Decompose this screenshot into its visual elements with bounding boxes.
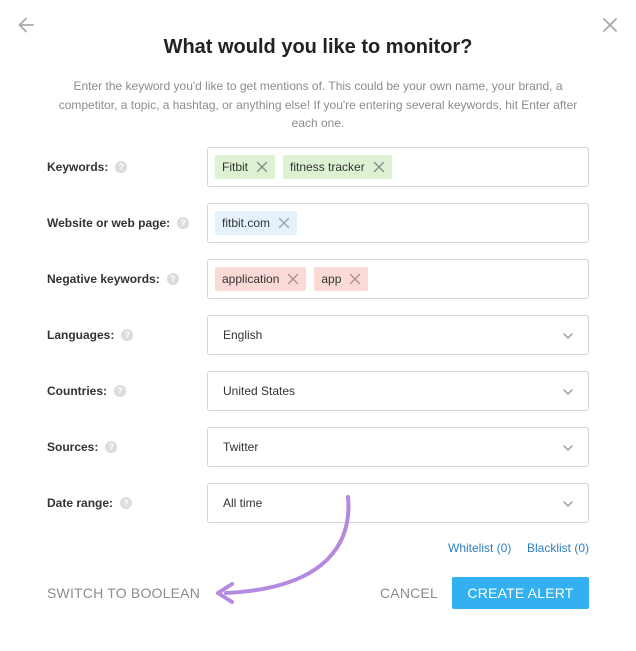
help-icon[interactable]: ? bbox=[120, 497, 133, 509]
keywords-row: Keywords: ? Fitbit fitness tracker bbox=[0, 147, 636, 187]
languages-value: English bbox=[223, 328, 263, 342]
website-tag: fitbit.com bbox=[215, 211, 298, 235]
website-label: Website or web page: bbox=[47, 216, 171, 230]
negative-keywords-label: Negative keywords: bbox=[47, 272, 160, 286]
keywords-input[interactable]: Fitbit fitness tracker bbox=[207, 147, 589, 187]
dialog-title: What would you like to monitor? bbox=[163, 36, 473, 58]
help-icon[interactable]: ? bbox=[114, 385, 126, 397]
sources-select[interactable]: Twitter bbox=[207, 427, 589, 467]
help-icon[interactable]: ? bbox=[177, 217, 190, 229]
arrow-left-icon bbox=[18, 17, 34, 33]
countries-row: Countries: ? United States bbox=[0, 371, 636, 411]
dialog-subtitle: Enter the keyword you'd like to get ment… bbox=[58, 79, 578, 130]
negative-keyword-tag: application bbox=[215, 267, 307, 291]
remove-tag-icon[interactable] bbox=[278, 217, 290, 229]
chevron-down-icon bbox=[563, 445, 573, 451]
date-range-label: Date range: bbox=[47, 496, 114, 510]
date-range-row: Date range: ? All time bbox=[0, 483, 636, 523]
help-icon[interactable]: ? bbox=[115, 161, 128, 173]
chevron-down-icon bbox=[563, 333, 573, 339]
close-button[interactable] bbox=[597, 12, 623, 38]
help-icon[interactable]: ? bbox=[121, 329, 134, 341]
cancel-button[interactable]: CANCEL bbox=[380, 585, 438, 601]
countries-select[interactable]: United States bbox=[207, 371, 589, 411]
countries-value: United States bbox=[223, 384, 296, 398]
sources-value: Twitter bbox=[223, 440, 259, 454]
create-alert-button[interactable]: CREATE ALERT bbox=[452, 577, 589, 609]
chevron-down-icon bbox=[563, 389, 573, 395]
sources-row: Sources: ? Twitter bbox=[0, 427, 636, 467]
date-range-select[interactable]: All time bbox=[207, 483, 589, 523]
languages-label: Languages: bbox=[47, 328, 115, 342]
switch-to-boolean-button[interactable]: SWITCH TO BOOLEAN bbox=[47, 585, 200, 601]
help-icon[interactable]: ? bbox=[166, 273, 179, 285]
keyword-tag: Fitbit bbox=[215, 155, 276, 179]
sources-label: Sources: bbox=[47, 440, 99, 454]
languages-select[interactable]: English bbox=[207, 315, 589, 355]
languages-row: Languages: ? English bbox=[0, 315, 636, 355]
remove-tag-icon[interactable] bbox=[287, 273, 299, 285]
keyword-tag: fitness tracker bbox=[283, 155, 392, 179]
website-row: Website or web page: ? fitbit.com bbox=[0, 203, 636, 243]
date-range-value: All time bbox=[223, 496, 263, 510]
negative-keyword-tag: app bbox=[314, 267, 369, 291]
keywords-label: Keywords: bbox=[47, 160, 109, 174]
remove-tag-icon[interactable] bbox=[349, 273, 361, 285]
chevron-down-icon bbox=[563, 501, 573, 507]
negative-keywords-input[interactable]: application app bbox=[207, 259, 589, 299]
remove-tag-icon[interactable] bbox=[373, 161, 385, 173]
website-input[interactable]: fitbit.com bbox=[207, 203, 589, 243]
whitelist-link[interactable]: Whitelist (0) bbox=[448, 541, 511, 555]
help-icon[interactable]: ? bbox=[105, 441, 118, 453]
back-button[interactable] bbox=[13, 12, 39, 38]
blacklist-link[interactable]: Blacklist (0) bbox=[527, 541, 589, 555]
close-icon bbox=[603, 18, 617, 32]
remove-tag-icon[interactable] bbox=[256, 161, 268, 173]
negative-keywords-row: Negative keywords: ? application app bbox=[0, 259, 636, 299]
countries-label: Countries: bbox=[47, 384, 107, 398]
